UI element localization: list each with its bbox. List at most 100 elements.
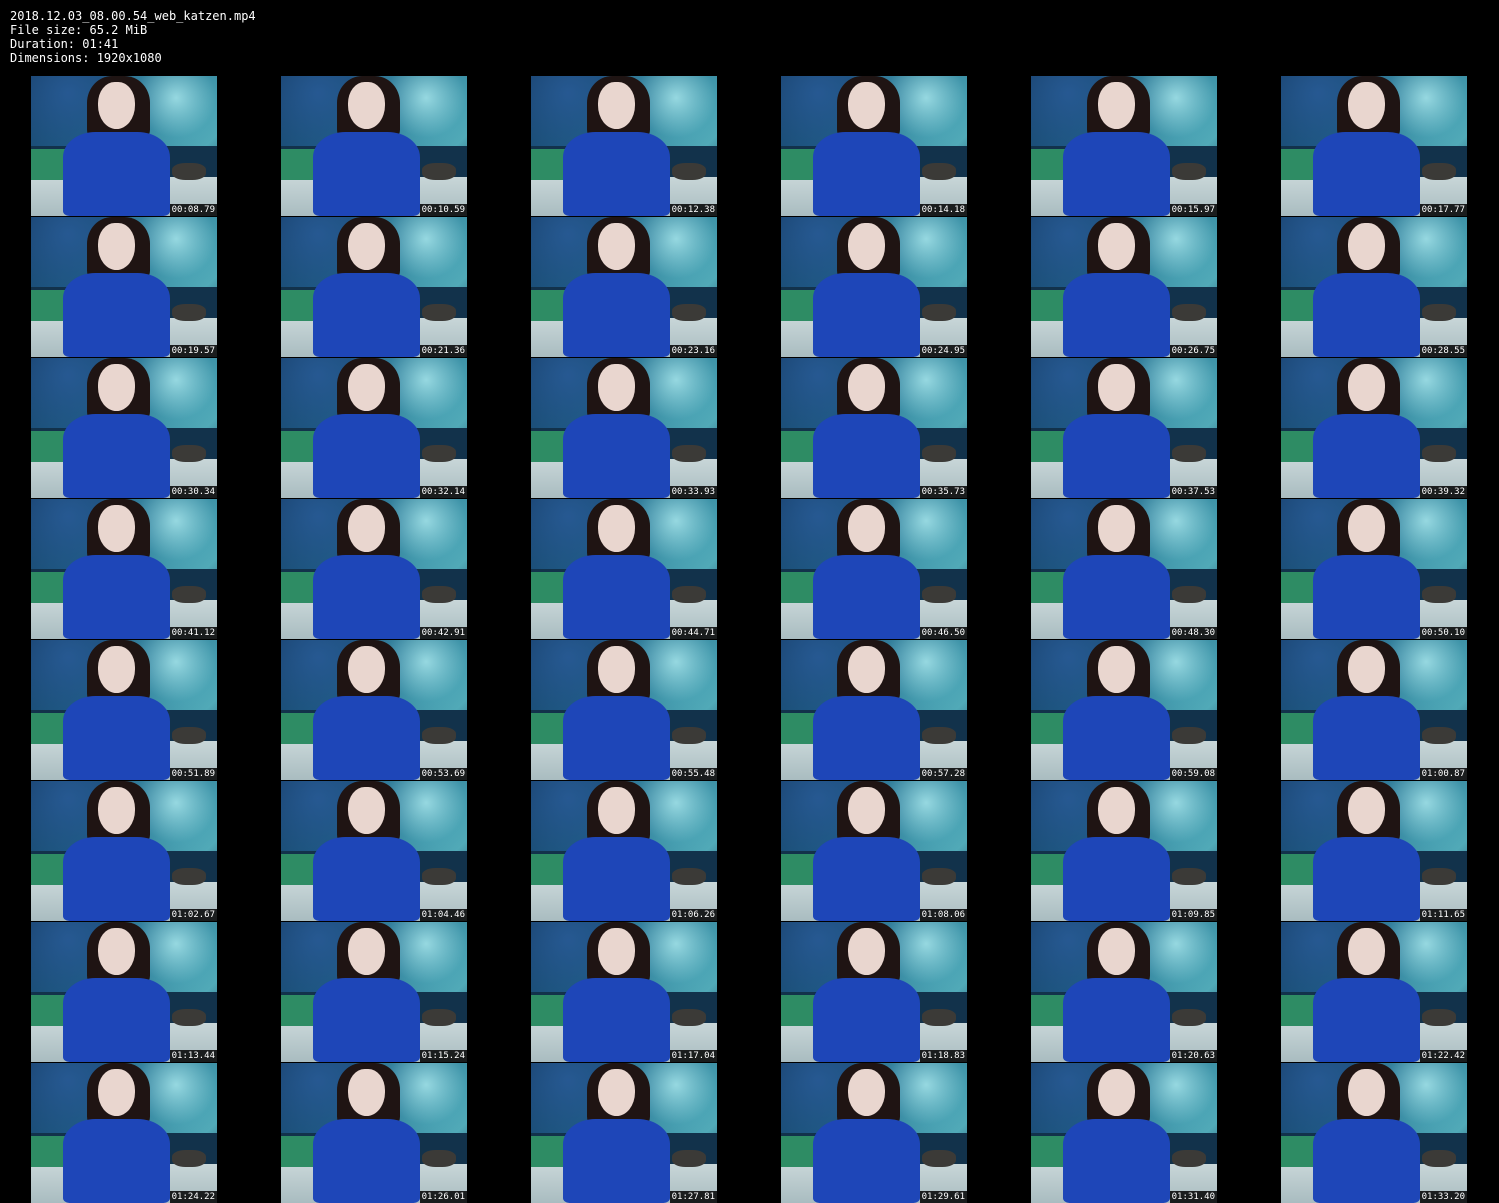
thumbnail-scene-face	[347, 504, 386, 553]
video-thumbnail: 00:24.95	[781, 217, 967, 357]
thumbnail-scene-face	[97, 222, 136, 271]
video-thumbnail: 00:41.12	[31, 499, 217, 639]
thumbnail-scene-cat	[1422, 303, 1456, 321]
video-thumbnail: 00:30.34	[31, 358, 217, 498]
thumbnail-scene-cat	[1172, 867, 1206, 885]
thumbnail-timestamp: 01:22.42	[1419, 1050, 1467, 1062]
thumbnail-scene-cat	[1172, 726, 1206, 744]
video-thumbnail: 00:35.73	[781, 358, 967, 498]
thumbnail-scene-shirt	[62, 696, 171, 780]
thumbnail-scene-cat	[422, 303, 456, 321]
thumbnail-scene-cat	[1172, 1149, 1206, 1167]
thumbnail-timestamp: 01:13.44	[169, 1050, 217, 1062]
thumbnail-scene-shirt	[312, 132, 421, 216]
video-thumbnail: 00:42.91	[281, 499, 467, 639]
video-thumbnail: 00:50.10	[1281, 499, 1467, 639]
thumbnail-scene-cat	[172, 585, 206, 603]
file-info: 2018.12.03_08.00.54_web_katzen.mp4 File …	[10, 9, 256, 65]
thumbnail-scene-cat	[422, 867, 456, 885]
thumbnail-timestamp: 00:17.77	[1419, 204, 1467, 216]
thumbnail-scene-cat	[172, 303, 206, 321]
video-thumbnail: 00:21.36	[281, 217, 467, 357]
thumbnail-timestamp: 00:26.75	[1169, 345, 1217, 357]
thumbnail-scene-face	[1097, 222, 1136, 271]
video-thumbnail: 01:13.44	[31, 922, 217, 1062]
thumbnail-timestamp: 01:09.85	[1169, 909, 1217, 921]
thumbnail-scene-shirt	[562, 696, 671, 780]
video-thumbnail: 00:33.93	[531, 358, 717, 498]
thumbnail-scene-face	[847, 81, 886, 130]
thumbnail-timestamp: 00:42.91	[419, 627, 467, 639]
thumbnail-scene-cat	[1422, 162, 1456, 180]
thumbnail-scene-cat	[672, 1149, 706, 1167]
thumbnail-scene-face	[1347, 363, 1386, 412]
thumbnail-scene-face	[97, 81, 136, 130]
thumbnail-scene-face	[847, 645, 886, 694]
video-thumbnail: 01:33.20	[1281, 1063, 1467, 1203]
video-thumbnail: 00:08.79	[31, 76, 217, 216]
thumbnail-timestamp: 00:21.36	[419, 345, 467, 357]
thumbnail-scene-shirt	[812, 696, 921, 780]
thumbnail-timestamp: 00:30.34	[169, 486, 217, 498]
thumbnail-scene-face	[1097, 645, 1136, 694]
thumbnail-scene-face	[597, 645, 636, 694]
video-thumbnail: 01:20.63	[1031, 922, 1217, 1062]
thumbnail-scene-shirt	[1062, 132, 1171, 216]
thumbnail-scene-cat	[422, 585, 456, 603]
thumbnail-scene-shirt	[62, 978, 171, 1062]
thumbnail-scene-cat	[1172, 444, 1206, 462]
thumbnail-scene-cat	[922, 1149, 956, 1167]
thumbnail-scene-face	[347, 927, 386, 976]
thumbnail-timestamp: 00:55.48	[669, 768, 717, 780]
thumbnail-scene-cat	[1422, 1149, 1456, 1167]
thumbnail-scene-shirt	[1312, 837, 1421, 921]
thumbnail-timestamp: 01:24.22	[169, 1191, 217, 1203]
dimensions: Dimensions: 1920x1080	[10, 51, 162, 65]
video-thumbnail: 01:24.22	[31, 1063, 217, 1203]
thumbnail-scene-face	[847, 786, 886, 835]
thumbnail-scene-face	[1347, 786, 1386, 835]
video-thumbnail: 00:53.69	[281, 640, 467, 780]
video-thumbnail: 01:11.65	[1281, 781, 1467, 921]
thumbnail-scene-face	[597, 927, 636, 976]
thumbnail-scene-shirt	[1312, 132, 1421, 216]
thumbnail-scene-cat	[672, 303, 706, 321]
video-thumbnail: 01:06.26	[531, 781, 717, 921]
thumbnail-timestamp: 00:33.93	[669, 486, 717, 498]
thumbnail-scene-face	[97, 645, 136, 694]
thumbnail-scene-face	[97, 786, 136, 835]
thumbnail-scene-cat	[1172, 162, 1206, 180]
thumbnail-timestamp: 01:08.06	[919, 909, 967, 921]
thumbnail-timestamp: 00:44.71	[669, 627, 717, 639]
video-thumbnail: 01:26.01	[281, 1063, 467, 1203]
thumbnail-scene-shirt	[1062, 414, 1171, 498]
thumbnail-scene-cat	[172, 867, 206, 885]
thumbnail-timestamp: 01:31.40	[1169, 1191, 1217, 1203]
thumbnail-scene-shirt	[1062, 837, 1171, 921]
thumbnail-scene-cat	[172, 1008, 206, 1026]
thumbnail-scene-shirt	[562, 414, 671, 498]
thumbnail-scene-shirt	[1312, 273, 1421, 357]
video-thumbnail: 01:22.42	[1281, 922, 1467, 1062]
thumbnail-timestamp: 00:24.95	[919, 345, 967, 357]
thumbnail-scene-face	[1097, 363, 1136, 412]
thumbnail-scene-face	[597, 1068, 636, 1117]
video-thumbnail: 01:15.24	[281, 922, 467, 1062]
thumbnail-scene-shirt	[312, 837, 421, 921]
thumbnail-timestamp: 00:39.32	[1419, 486, 1467, 498]
thumbnail-timestamp: 00:15.97	[1169, 204, 1217, 216]
thumbnail-scene-cat	[1422, 1008, 1456, 1026]
thumbnail-scene-face	[1097, 81, 1136, 130]
thumbnail-scene-cat	[1422, 726, 1456, 744]
thumbnail-scene-face	[1347, 1068, 1386, 1117]
thumbnail-scene-cat	[422, 726, 456, 744]
thumbnail-scene-shirt	[1312, 414, 1421, 498]
thumbnail-scene-shirt	[812, 555, 921, 639]
thumbnail-scene-shirt	[562, 978, 671, 1062]
thumbnail-timestamp: 00:08.79	[169, 204, 217, 216]
thumbnail-timestamp: 01:26.01	[419, 1191, 467, 1203]
thumbnail-scene-face	[347, 1068, 386, 1117]
thumbnail-timestamp: 01:04.46	[419, 909, 467, 921]
video-thumbnail: 00:48.30	[1031, 499, 1217, 639]
thumbnail-scene-cat	[672, 726, 706, 744]
